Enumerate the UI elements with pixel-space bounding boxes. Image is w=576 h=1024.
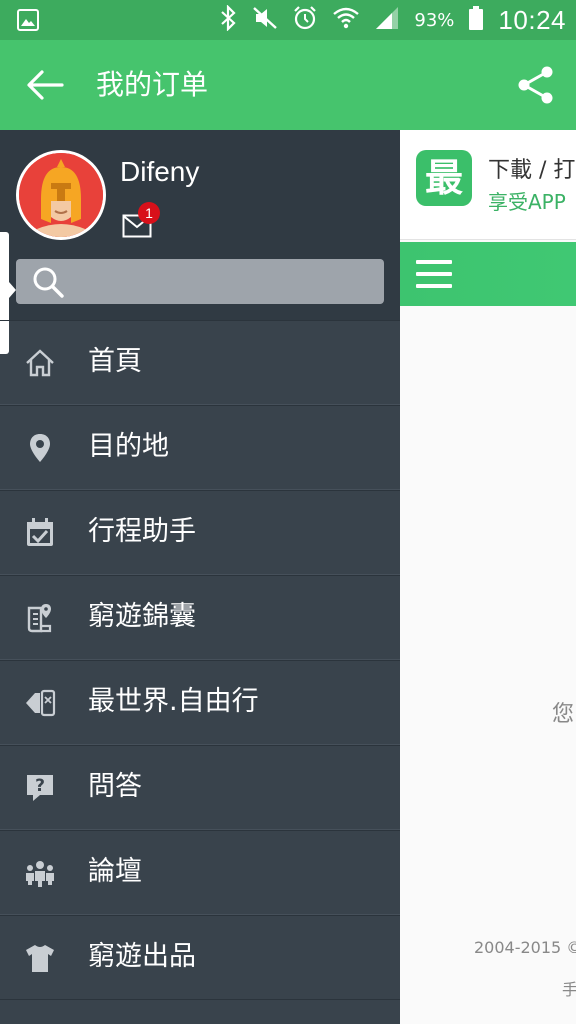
drawer-header: Difeny 1 [0, 130, 400, 320]
avatar[interactable] [16, 150, 106, 240]
app-bar: 我的订单 [0, 40, 576, 130]
username: Difeny [120, 156, 200, 187]
community-icon [26, 861, 54, 887]
menu-item-label: 首頁 [88, 346, 142, 377]
content-nav-bar [400, 242, 576, 306]
menu-item-free-travel[interactable]: 最世界.自由行 [0, 660, 400, 745]
menu-item-trip-assistant[interactable]: 行程助手 [0, 490, 400, 575]
app-logo: 最 [416, 150, 472, 206]
promo-title: 下載 / 打 [488, 158, 576, 183]
guidebook-icon [27, 604, 52, 633]
menu-item-guides[interactable]: 窮遊錦囊 [0, 575, 400, 660]
arrow-left-icon [27, 70, 64, 100]
status-bar: 93% 10:24 [0, 0, 576, 40]
svg-text:?: ? [35, 776, 45, 796]
content-message: 您 [552, 702, 575, 727]
share-icon [518, 66, 553, 104]
menu-item-home[interactable]: 首頁 [0, 320, 400, 405]
page-title: 我的订单 [96, 68, 209, 101]
search-input[interactable] [16, 259, 384, 304]
ticket-icon [26, 689, 56, 717]
shirt-icon [26, 945, 54, 972]
drawer-menu: 首頁 目的地 行程助手 窮遊錦囊 最世界.自由行 ? 問答 論壇 窮遊出品 [0, 320, 400, 1000]
menu-item-label: 窮遊出品 [88, 941, 196, 972]
app-download-banner[interactable]: 最 下載 / 打 享受APP [400, 130, 576, 240]
spartan-helmet-icon [19, 153, 103, 237]
menu-item-label: 最世界.自由行 [88, 686, 259, 717]
home-icon [26, 349, 54, 377]
wifi-icon [332, 5, 360, 35]
question-icon: ? [27, 775, 53, 801]
menu-item-label: 行程助手 [88, 516, 196, 547]
gallery-icon [16, 8, 40, 36]
menu-item-label: 論壇 [88, 856, 142, 887]
menu-item-qa[interactable]: ? 問答 [0, 745, 400, 830]
footer-link[interactable]: 手 [562, 976, 576, 1000]
hamburger-menu-icon[interactable] [416, 256, 452, 292]
battery-icon [468, 5, 484, 35]
promo-subtitle: 享受APP [488, 190, 566, 214]
footer-copyright: 2004-2015 © [474, 938, 576, 957]
menu-item-destination[interactable]: 目的地 [0, 405, 400, 490]
notification-badge: 1 [138, 202, 160, 224]
battery-percent: 93% [414, 9, 455, 31]
search-icon [33, 267, 64, 298]
share-button[interactable] [516, 64, 556, 106]
menu-item-forum[interactable]: 論壇 [0, 830, 400, 915]
back-button[interactable] [24, 64, 66, 106]
menu-item-label: 目的地 [88, 431, 169, 462]
location-pin-icon [30, 434, 50, 462]
bluetooth-icon [220, 4, 238, 35]
clock: 10:24 [498, 4, 566, 35]
navigation-drawer: Difeny 1 首頁 目的地 行程助手 窮遊錦囊 最世界.自由行 ? 問答 論… [0, 130, 400, 1024]
alarm-icon [292, 5, 318, 35]
menu-item-products[interactable]: 窮遊出品 [0, 915, 400, 1000]
menu-item-label: 窮遊錦囊 [88, 601, 196, 632]
signal-icon [374, 5, 400, 35]
menu-item-label: 問答 [88, 771, 142, 802]
calendar-check-icon [27, 518, 53, 546]
divider [0, 999, 400, 1000]
main-content: 最 下載 / 打 享受APP 您 2004-2015 © 手 [400, 130, 576, 1024]
mute-icon [252, 5, 278, 35]
